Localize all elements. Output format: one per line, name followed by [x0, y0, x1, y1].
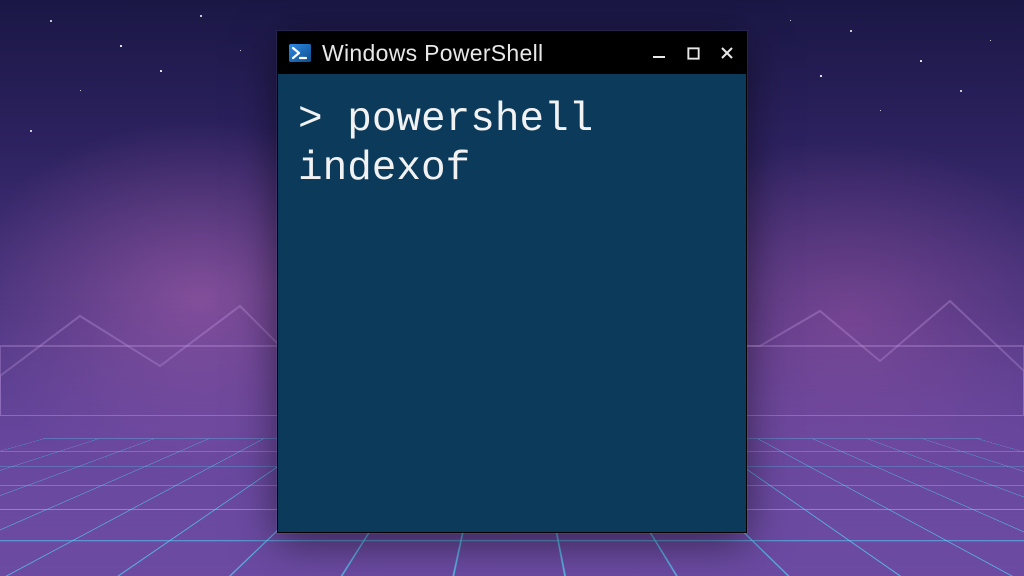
window-title: Windows PowerShell: [322, 40, 638, 67]
maximize-button[interactable]: [682, 42, 704, 64]
command-line: > powershell indexof: [298, 96, 726, 193]
window-titlebar[interactable]: Windows PowerShell: [278, 32, 746, 74]
powershell-icon: [288, 41, 312, 65]
window-controls: [648, 42, 738, 64]
command-text: powershell indexof: [298, 97, 618, 191]
terminal-body[interactable]: > powershell indexof: [278, 74, 746, 532]
prompt-symbol: >: [298, 97, 323, 143]
close-button[interactable]: [716, 42, 738, 64]
minimize-button[interactable]: [648, 42, 670, 64]
powershell-window: Windows PowerShell > powershell indexof: [277, 31, 747, 533]
